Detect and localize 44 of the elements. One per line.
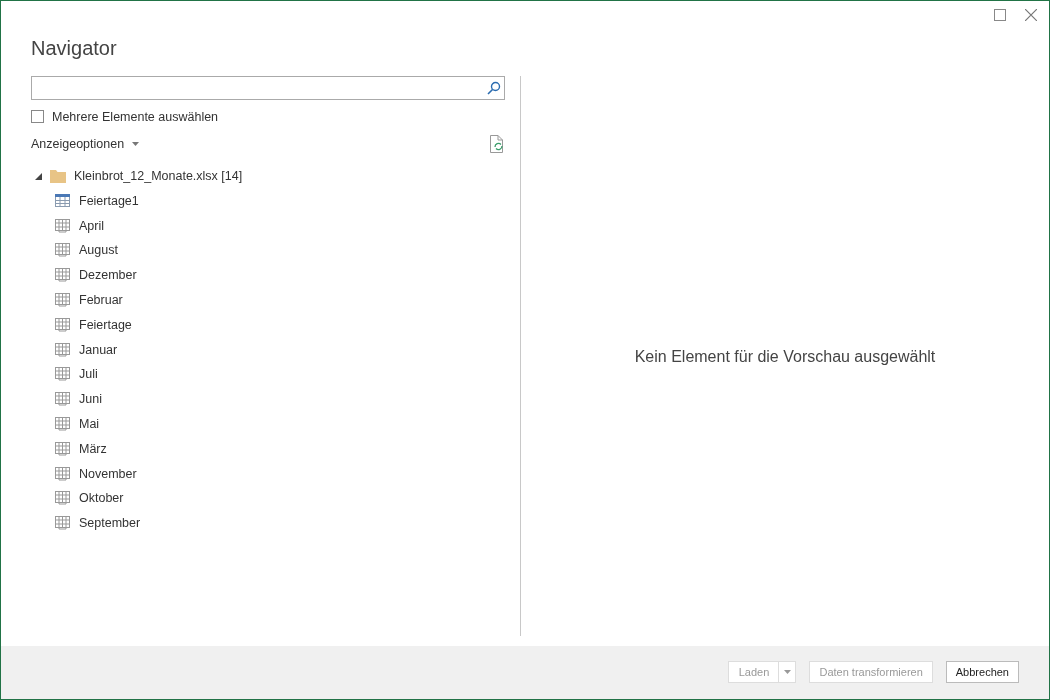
tree-item[interactable]: Dezember: [79, 268, 137, 283]
tree-item[interactable]: Kleinbrot_12_Monate.xlsx [14]: [74, 169, 243, 184]
tree-item[interactable]: September: [79, 516, 141, 531]
sheet-icon: [55, 516, 70, 531]
sheet-icon: [55, 317, 70, 332]
sheet-icon: [55, 218, 70, 233]
folder-icon: [50, 169, 66, 184]
search-icon: [487, 80, 501, 95]
sheet-icon: [55, 491, 70, 506]
tree-item[interactable]: Juli: [79, 367, 98, 382]
expand-triangle-icon[interactable]: [35, 172, 42, 180]
preview-message: Kein Element für die Vorschau ausgewählt: [634, 347, 936, 366]
maximize-icon[interactable]: [994, 9, 1006, 21]
sheet-icon: [55, 466, 70, 481]
window-title: Navigator: [30, 35, 118, 60]
tree-item[interactable]: Feiertage: [79, 317, 132, 332]
sheet-icon: [55, 441, 70, 456]
search-field[interactable]: [31, 75, 505, 100]
tree-item[interactable]: Juni: [79, 392, 102, 407]
caret-icon: [132, 141, 140, 146]
tree-item[interactable]: Mai: [79, 417, 100, 431]
sheet-icon: [55, 268, 70, 283]
checkbox-label: Mehrere Elemente auswählen: [52, 109, 219, 124]
dialog-button[interactable]: Abbrechen: [945, 661, 1019, 684]
sheet-icon: [55, 342, 70, 357]
tree-item[interactable]: Feiertage1: [79, 193, 139, 208]
tree-item[interactable]: November: [79, 466, 137, 481]
tree-item[interactable]: März: [79, 441, 107, 456]
sheet-icon: [55, 293, 70, 308]
sheet-icon: [55, 243, 70, 258]
sheet-icon: [55, 367, 70, 382]
sheet-icon: [55, 417, 70, 431]
tree-item[interactable]: August: [79, 243, 118, 258]
tree-item[interactable]: Februar: [79, 293, 123, 308]
tree-item[interactable]: Januar: [79, 342, 118, 357]
close-icon[interactable]: [1025, 9, 1037, 21]
caret-icon: [783, 670, 791, 675]
tree-item[interactable]: Oktober: [79, 491, 124, 506]
table-icon: [55, 194, 70, 208]
display-options-dropdown[interactable]: Anzeigeoptionen: [31, 136, 140, 151]
refresh-document-icon[interactable]: [489, 134, 505, 153]
checkbox[interactable]: [31, 110, 44, 124]
tree-item[interactable]: April: [79, 218, 104, 233]
sheet-icon: [55, 392, 70, 407]
